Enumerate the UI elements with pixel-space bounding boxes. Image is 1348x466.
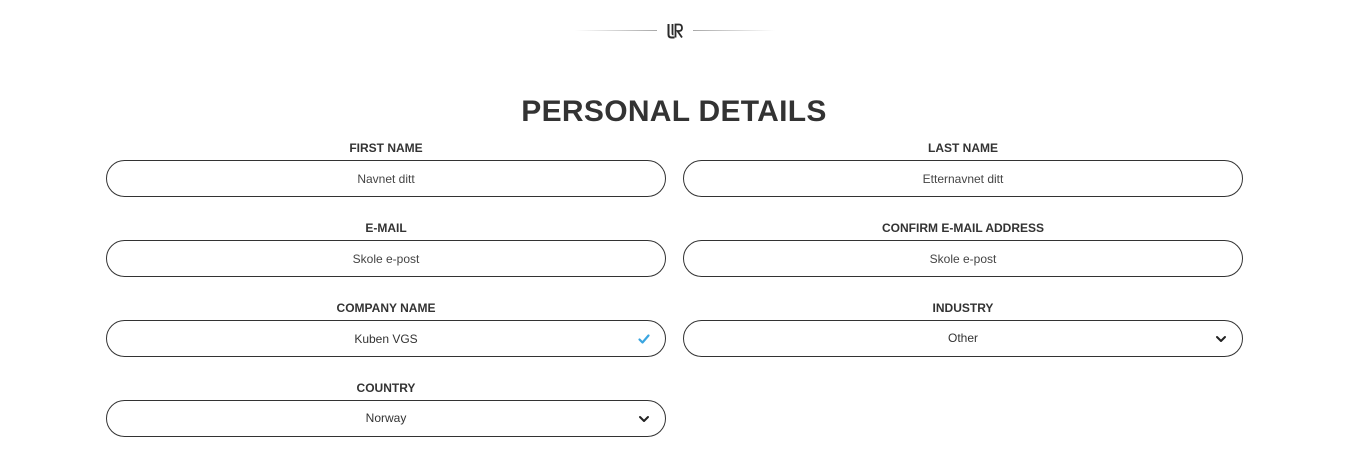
first-name-group: FIRST NAME [106, 140, 666, 197]
page-title: PERSONAL DETAILS [521, 95, 827, 129]
email-group: E-MAIL [106, 220, 666, 277]
company-name-label: COMPANY NAME [336, 301, 436, 315]
divider-line-left [575, 30, 657, 31]
first-name-input[interactable] [107, 161, 665, 196]
company-name-box [106, 320, 666, 357]
personal-details-form-page: PERSONAL DETAILS FIRST NAME LAST NAME E-… [0, 0, 1348, 466]
last-name-input[interactable] [684, 161, 1242, 196]
last-name-label: LAST NAME [928, 141, 998, 155]
first-name-label: FIRST NAME [349, 141, 423, 155]
email-box [106, 240, 666, 277]
confirm-email-group: CONFIRM E-MAIL ADDRESS [683, 220, 1243, 277]
country-label: COUNTRY [356, 381, 416, 395]
last-name-group: LAST NAME [683, 140, 1243, 197]
first-name-box [106, 160, 666, 197]
email-input[interactable] [107, 241, 665, 276]
divider-line-right [693, 30, 775, 31]
country-select[interactable]: Norway [106, 400, 666, 437]
chevron-down-icon [1216, 336, 1226, 342]
last-name-box [683, 160, 1243, 197]
chevron-down-icon [639, 416, 649, 422]
confirm-email-box [683, 240, 1243, 277]
industry-label: INDUSTRY [932, 301, 994, 315]
industry-group: INDUSTRY Other [683, 300, 1243, 357]
company-name-group: COMPANY NAME [106, 300, 666, 357]
confirm-email-label: CONFIRM E-MAIL ADDRESS [882, 221, 1044, 235]
company-name-input[interactable] [107, 321, 665, 356]
country-selected-value: Norway [365, 411, 407, 425]
checkmark-icon [638, 334, 650, 344]
email-label: E-MAIL [365, 221, 407, 235]
logo-divider [0, 21, 1348, 41]
industry-selected-value: Other [947, 331, 978, 345]
industry-select[interactable]: Other [683, 320, 1243, 357]
confirm-email-input[interactable] [684, 241, 1242, 276]
country-group: COUNTRY Norway [106, 380, 666, 437]
ur-logo-icon [667, 23, 683, 39]
